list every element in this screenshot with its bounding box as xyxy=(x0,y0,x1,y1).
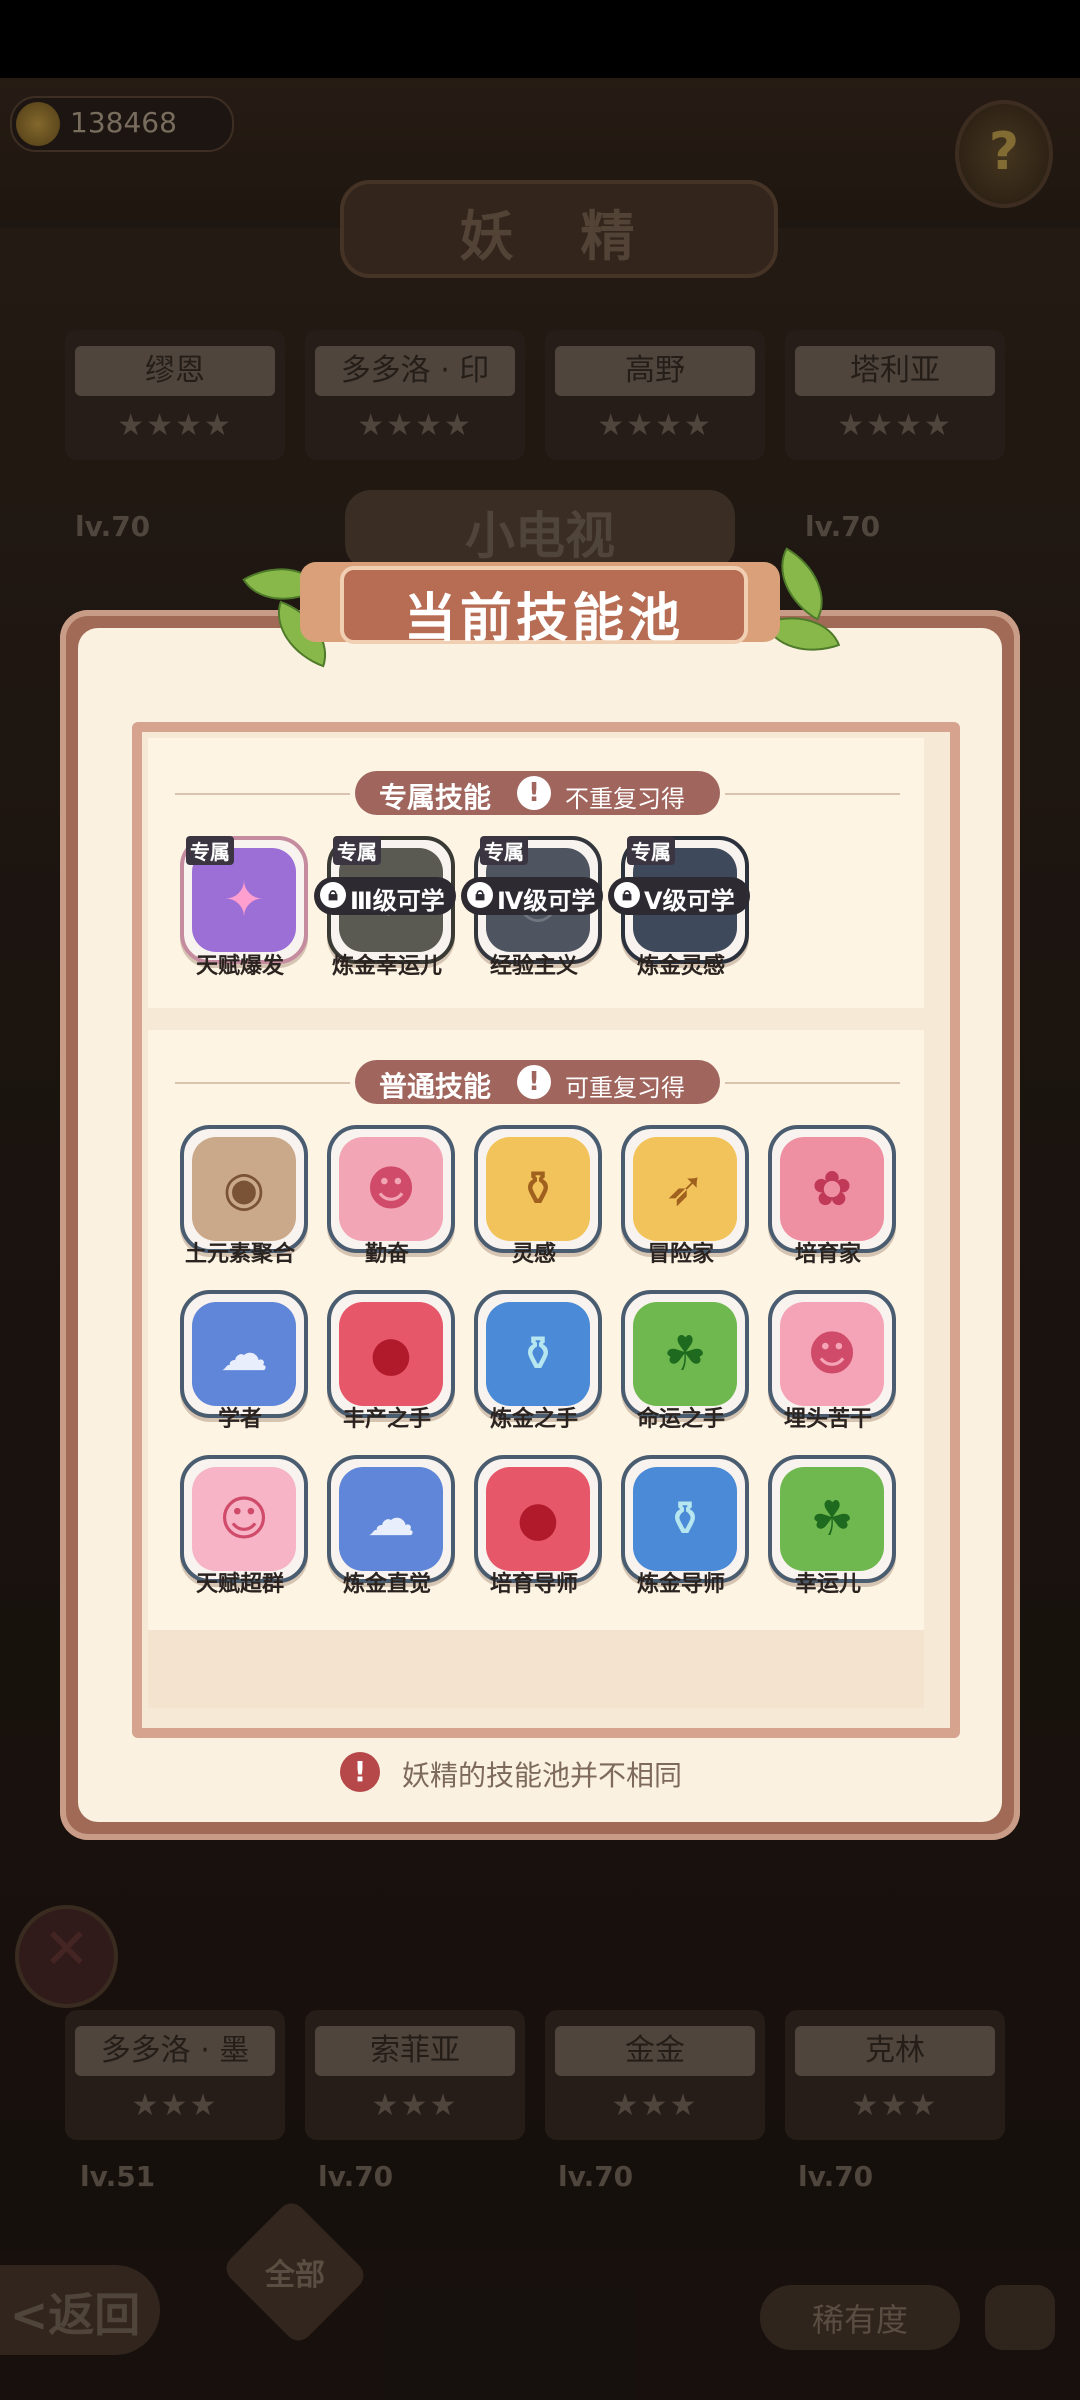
tomato-icon: ● xyxy=(517,1491,559,1547)
skill-icon[interactable]: ⚱ xyxy=(621,1455,749,1583)
pot-icon: ⚱ xyxy=(517,1161,559,1217)
lock-icon: 🔒︎ xyxy=(614,882,640,908)
lock-icon: 🔒︎ xyxy=(320,882,346,908)
skill-name: 学者 xyxy=(217,1407,262,1432)
skill-name: 炼金灵感 xyxy=(636,954,725,979)
skill-name: 炼金直觉 xyxy=(342,1572,431,1597)
clover-icon: ☘ xyxy=(663,1326,707,1382)
skill-name: 天赋超群 xyxy=(195,1572,284,1597)
footnote-text: 妖精的技能池并不相同 xyxy=(402,1759,683,1792)
cauldron-icon: ⚱ xyxy=(664,1491,706,1547)
exclusive-skills-header: 专属技能 ! 不重复习得 xyxy=(355,771,720,815)
skill-icon-bg: ☻ xyxy=(780,1302,884,1406)
skill-icon[interactable]: ⚱ xyxy=(474,1125,602,1253)
exclusive-badge: 专属 xyxy=(186,836,234,865)
adventure-arrow-icon: ➶ xyxy=(664,1161,706,1217)
locked-badge: 🔒︎ Ⅴ级可学 xyxy=(608,877,750,915)
lock-icon: 🔒︎ xyxy=(467,882,493,908)
skill-icon[interactable]: ☘ xyxy=(768,1455,896,1583)
skill-icon-bg: ⚱ xyxy=(486,1137,590,1241)
skill-name: 命运之手 xyxy=(636,1407,725,1432)
divider xyxy=(175,793,350,795)
intuition-icon: ☁ xyxy=(367,1491,415,1547)
footnote: ! 妖精的技能池并不相同 xyxy=(340,1748,760,1798)
dialog-title-plate: 当前技能池 xyxy=(340,566,748,649)
dialog-title: 当前技能池 xyxy=(403,589,684,649)
skill-name: 炼金导师 xyxy=(636,1572,725,1597)
skill-icon-bg: ● xyxy=(339,1302,443,1406)
exclusive-skills-note: 不重复习得 xyxy=(565,785,685,813)
normal-skills-title: 普通技能 xyxy=(379,1070,492,1103)
skill-icon-bg: ☁ xyxy=(339,1467,443,1571)
earth-swirl-icon: ◉ xyxy=(223,1161,265,1217)
skill-name: 土元素聚合 xyxy=(184,1242,295,1267)
skill-name: 幸运儿 xyxy=(794,1572,861,1597)
cauldron-icon: ⚱ xyxy=(517,1326,559,1382)
skill-icon-bg: ☘ xyxy=(633,1302,737,1406)
normal-skills-header: 普通技能 ! 可重复习得 xyxy=(355,1060,720,1104)
divider xyxy=(725,793,900,795)
skill-name: 炼金之手 xyxy=(489,1407,578,1432)
skill-icon[interactable]: ➶ xyxy=(621,1125,749,1253)
skill-icon[interactable]: ☁ xyxy=(180,1290,308,1418)
exclusive-skills-title: 专属技能 xyxy=(379,781,492,814)
skill-icon-bg: ◉ xyxy=(192,1137,296,1241)
hardworking-face-icon: ☻ xyxy=(806,1326,858,1382)
skill-name: 培育导师 xyxy=(489,1572,578,1597)
scholar-icon: ☁ xyxy=(220,1326,268,1382)
empty-row xyxy=(148,1630,924,1708)
talent-face-icon: ☺ xyxy=(218,1491,270,1547)
exclusive-badge: 专属 xyxy=(333,836,381,865)
unlock-requirement: Ⅲ级可学 xyxy=(350,887,445,915)
skill-icon-bg: ☺ xyxy=(192,1467,296,1571)
skill-name: 炼金幸运儿 xyxy=(331,954,442,979)
skill-icon-bg: ⚱ xyxy=(486,1302,590,1406)
skill-name: 灵感 xyxy=(511,1242,556,1267)
alert-icon: ! xyxy=(517,776,551,810)
skill-icon[interactable]: ☘ xyxy=(621,1290,749,1418)
skill-icon[interactable]: ● xyxy=(474,1455,602,1583)
divider xyxy=(725,1082,900,1084)
skill-icon-bg: ☁ xyxy=(192,1302,296,1406)
skill-icon[interactable]: ☁ xyxy=(327,1455,455,1583)
status-bar xyxy=(0,0,1080,78)
unlock-requirement: Ⅳ级可学 xyxy=(497,887,596,915)
alert-icon: ! xyxy=(340,1752,380,1792)
skill-name: 埋头苦干 xyxy=(783,1407,872,1432)
skill-icon[interactable]: ⚱ xyxy=(474,1290,602,1418)
skill-icon-bg: ⚱ xyxy=(633,1467,737,1571)
exclusive-badge: 专属 xyxy=(627,836,675,865)
tomato-icon: ● xyxy=(370,1326,412,1382)
divider xyxy=(175,1082,350,1084)
watering-can-icon: ✿ xyxy=(811,1161,853,1217)
normal-skills-note: 可重复习得 xyxy=(565,1074,685,1102)
skill-name: 勤奋 xyxy=(364,1242,409,1267)
talent-burst-icon: ✦ xyxy=(223,872,265,928)
skill-name: 天赋爆发 xyxy=(195,954,284,979)
skill-icon[interactable]: ✿ xyxy=(768,1125,896,1253)
exclusive-badge: 专属 xyxy=(480,836,528,865)
clover-icon: ☘ xyxy=(810,1491,854,1547)
skill-icon[interactable]: ☻ xyxy=(327,1125,455,1253)
diligent-face-icon: ☻ xyxy=(365,1161,417,1217)
skill-name: 冒险家 xyxy=(647,1242,714,1267)
skill-icon-bg: ➶ xyxy=(633,1137,737,1241)
skill-icon[interactable]: ● xyxy=(327,1290,455,1418)
alert-icon: ! xyxy=(517,1065,551,1099)
skill-icon-bg: ✿ xyxy=(780,1137,884,1241)
skill-icon[interactable]: ☻ xyxy=(768,1290,896,1418)
skill-icon-bg: ● xyxy=(486,1467,590,1571)
skill-icon[interactable]: ◉ xyxy=(180,1125,308,1253)
locked-badge: 🔒︎ Ⅳ级可学 xyxy=(461,877,603,915)
skill-name: 培育家 xyxy=(794,1242,861,1267)
skill-name: 经验主义 xyxy=(489,954,578,979)
skill-name: 丰产之手 xyxy=(342,1407,431,1432)
skill-icon-bg: ☻ xyxy=(339,1137,443,1241)
skill-icon[interactable]: ☺ xyxy=(180,1455,308,1583)
locked-badge: 🔒︎ Ⅲ级可学 xyxy=(314,877,456,915)
skill-icon-bg: ☘ xyxy=(780,1467,884,1571)
unlock-requirement: Ⅴ级可学 xyxy=(644,887,735,915)
